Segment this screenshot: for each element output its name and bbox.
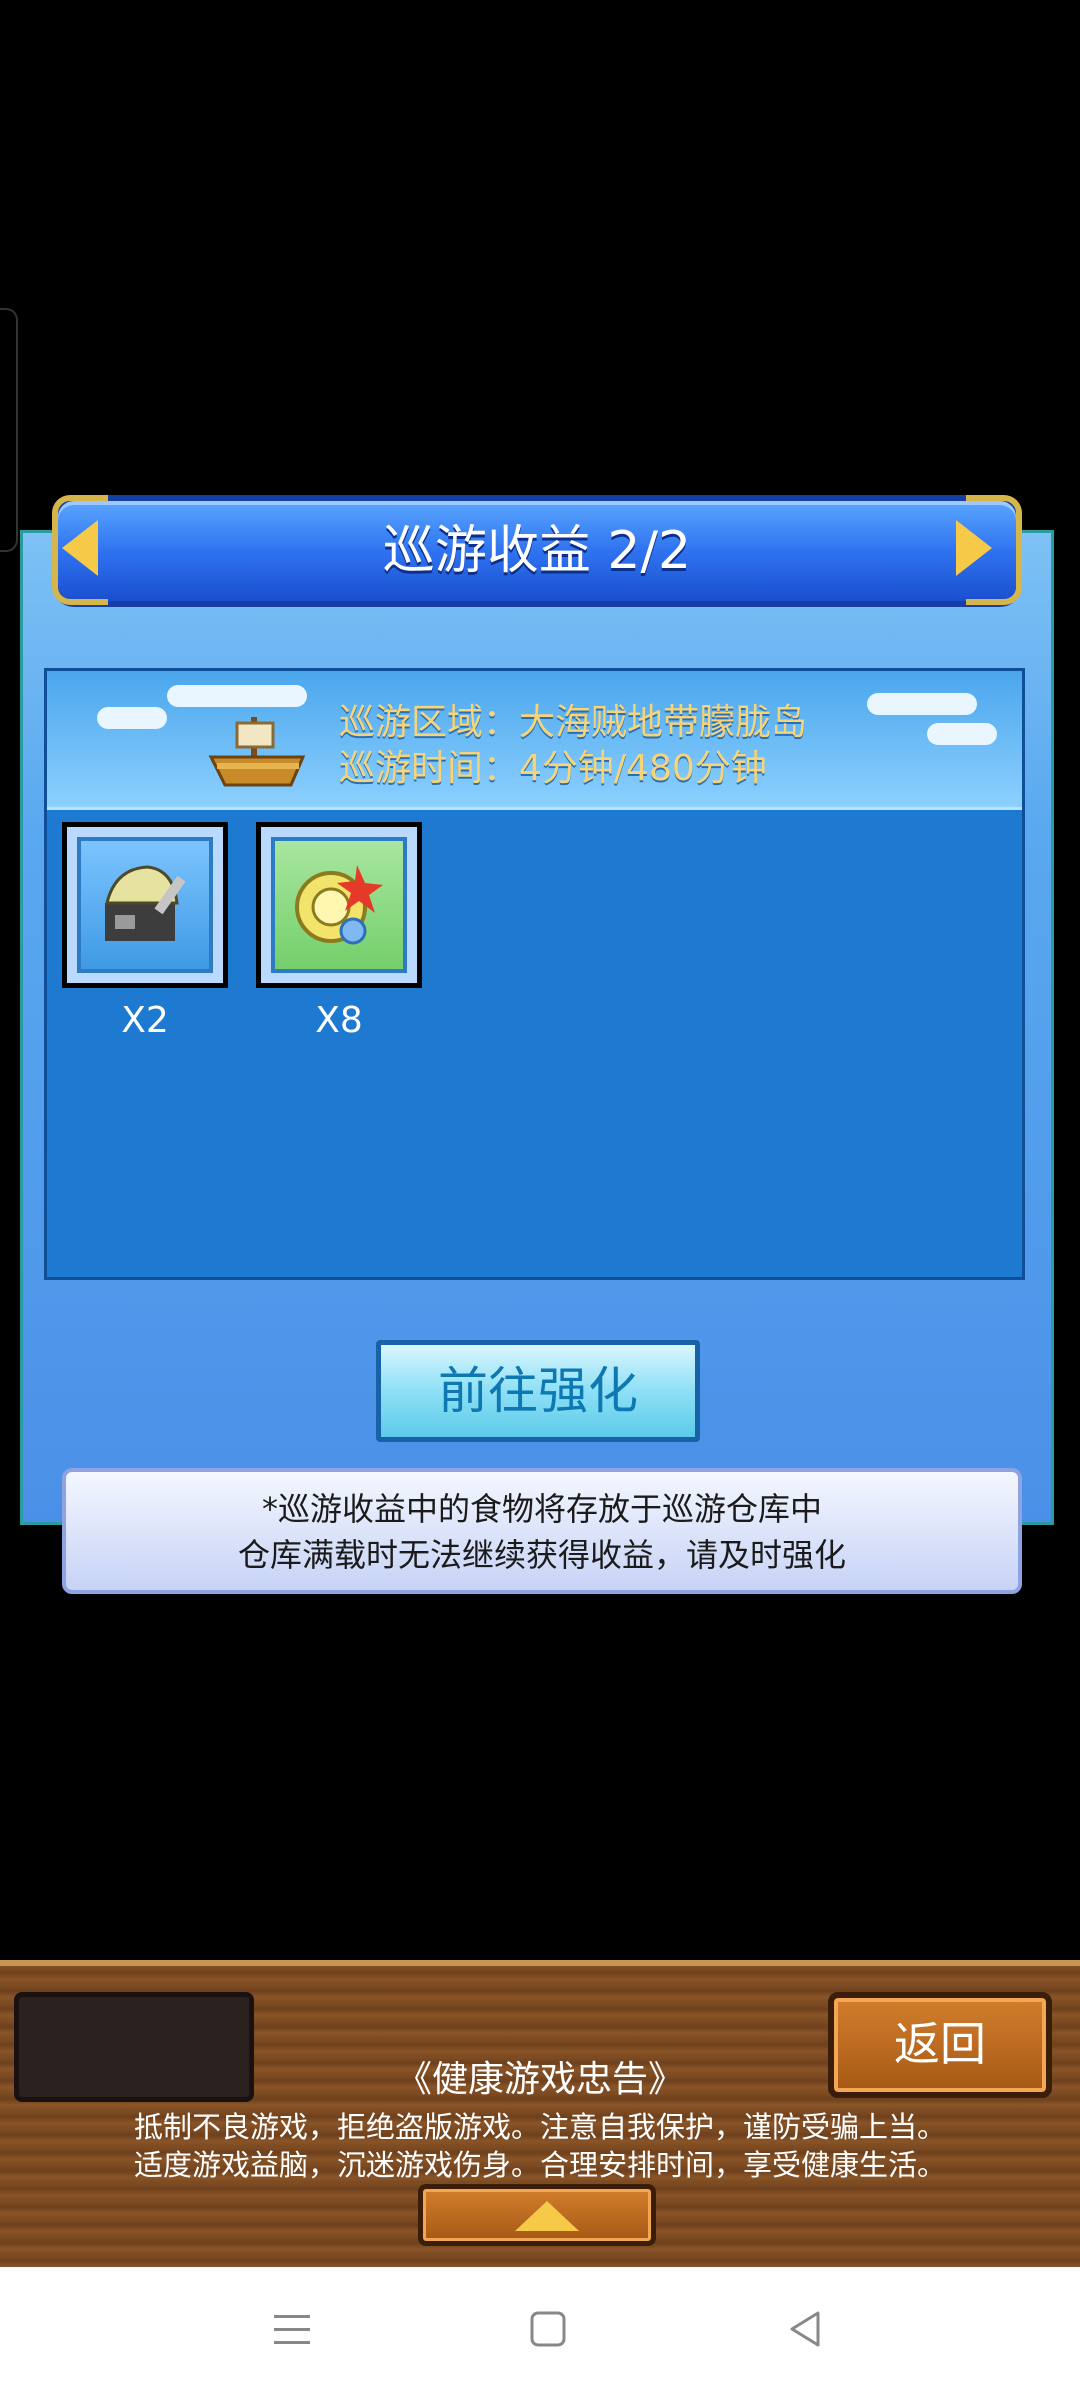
note-line-1: *巡游收益中的食物将存放于巡游仓库中	[261, 1490, 822, 1528]
reward-item-2-count: X8	[315, 1000, 363, 1041]
system-nav-bar	[0, 2267, 1080, 2400]
health-notice-line-1: 抵制不良游戏，拒绝盗版游戏。注意自我保护，谨防受骗上当。	[133, 2110, 946, 2144]
reward-item-1-count: X2	[121, 1000, 169, 1041]
sky-banner: 巡游区域：大海贼地带朦胧岛 巡游时间：4分钟/480分钟	[47, 671, 1022, 810]
side-edge-hint	[0, 308, 18, 552]
cloud	[867, 693, 977, 715]
expand-up-button[interactable]	[418, 2184, 656, 2246]
home-icon[interactable]	[526, 2307, 570, 2351]
gold-coin-icon	[295, 865, 383, 945]
cruise-time-text: 巡游时间：4分钟/480分钟	[339, 748, 767, 789]
cloud	[927, 723, 997, 745]
panel-title: 巡游收益 2/2	[382, 521, 692, 581]
menu-icon[interactable]	[270, 2307, 314, 2351]
ship-icon	[208, 717, 306, 787]
cruise-region-text: 巡游区域：大海贼地带朦胧岛	[339, 702, 808, 743]
note-line-2: 仓库满载时无法继续获得收益，请及时强化	[237, 1536, 846, 1574]
reward-item-1[interactable]	[62, 822, 228, 988]
health-notice-line-2: 适度游戏益脑，沉迷游戏伤身。合理安排时间，享受健康生活。	[133, 2148, 946, 2182]
health-notice-title: 《健康游戏忠告》	[395, 2059, 684, 2100]
back-nav-icon[interactable]	[784, 2307, 828, 2351]
storage-note: *巡游收益中的食物将存放于巡游仓库中 仓库满载时无法继续获得收益，请及时强化	[62, 1468, 1022, 1594]
reward-item-2[interactable]	[256, 822, 422, 988]
cloud	[167, 685, 307, 707]
helmet-shield-icon	[105, 865, 186, 941]
go-enhance-button[interactable]: 前往强化	[376, 1340, 700, 1442]
up-arrow-icon	[515, 2201, 579, 2231]
cloud	[97, 707, 167, 729]
